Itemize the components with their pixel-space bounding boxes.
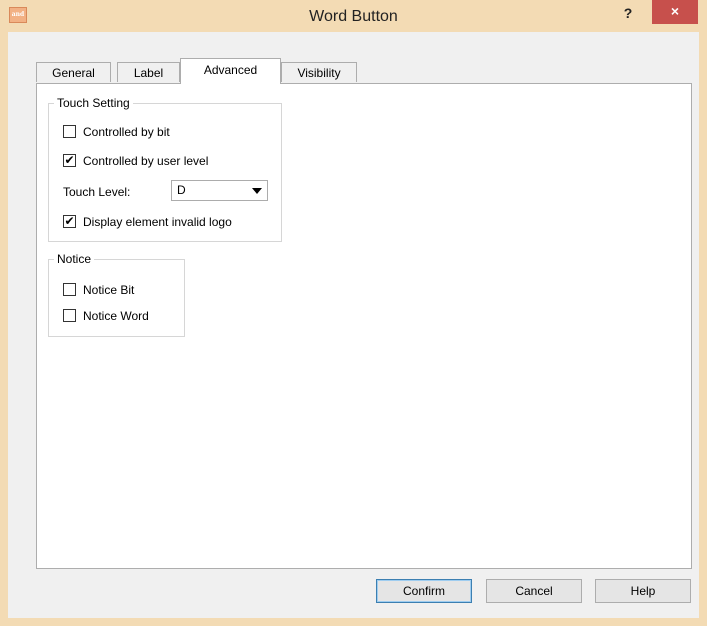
notice-word-label: Notice Word — [83, 309, 149, 323]
display-invalid-logo-checkbox[interactable]: ✔ — [63, 215, 76, 228]
controlled-by-user-level-label: Controlled by user level — [83, 154, 209, 168]
tab-visibility-label: Visibility — [297, 66, 341, 80]
tab-label[interactable]: Label — [117, 62, 180, 82]
help-button[interactable]: Help — [595, 579, 691, 603]
tab-advanced[interactable]: Advanced — [180, 58, 281, 84]
touch-level-label: Touch Level: — [63, 185, 131, 199]
controlled-by-user-level-checkbox[interactable]: ✔ — [63, 154, 76, 167]
help-icon[interactable]: ? — [615, 3, 641, 23]
confirm-button[interactable]: Confirm — [376, 579, 472, 603]
touch-level-row: Touch Level: D — [63, 180, 285, 202]
notice-word-checkbox[interactable] — [63, 309, 76, 322]
title-bar[interactable]: and Word Button ? × — [0, 0, 707, 32]
controlled-by-bit-checkbox[interactable] — [63, 125, 76, 138]
tab-general[interactable]: General — [36, 62, 111, 82]
close-icon[interactable]: × — [652, 0, 698, 24]
notice-group: Notice Notice Bit Notice Word — [48, 252, 185, 337]
tab-visibility[interactable]: Visibility — [281, 62, 357, 82]
dialog-window: and Word Button ? × General Label Advanc… — [0, 0, 707, 626]
tab-label-label: Label — [133, 66, 164, 80]
notice-bit-checkbox[interactable] — [63, 283, 76, 296]
display-invalid-logo-label: Display element invalid logo — [83, 215, 232, 229]
notice-bit-label: Notice Bit — [83, 283, 135, 297]
cancel-button[interactable]: Cancel — [486, 579, 582, 603]
notice-title: Notice — [54, 252, 95, 266]
controlled-by-bit-label: Controlled by bit — [83, 125, 170, 139]
touch-setting-title: Touch Setting — [54, 96, 133, 110]
window-title: Word Button — [309, 8, 398, 25]
touch-setting-group: Touch Setting Controlled by bit ✔ Contro… — [48, 96, 285, 242]
chevron-down-icon — [252, 188, 262, 194]
tab-advanced-label: Advanced — [203, 63, 258, 77]
touch-level-value: D — [177, 183, 186, 197]
touch-level-select[interactable]: D — [171, 180, 268, 201]
tab-general-label: General — [52, 66, 95, 80]
